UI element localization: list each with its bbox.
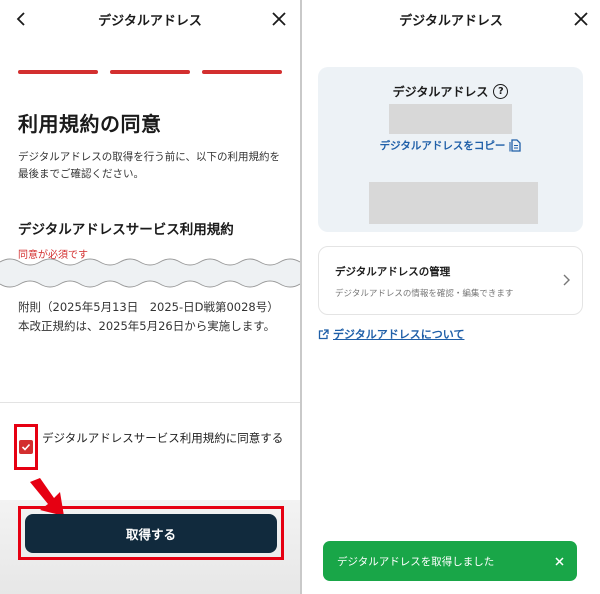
digital-address-screen: デジタルアドレス デジタルアドレス ? デジタルアドレスをコピー デジタルアドレ… [302,0,600,594]
header: デジタルアドレス [302,0,600,38]
card-title: デジタルアドレス [392,85,489,99]
terms-line: 本改正規約は、2025年5月26日から実施します。 [18,319,276,333]
progress-step [110,70,190,74]
qr-code-masked [369,182,538,224]
success-toast: デジタルアドレスを取得しました [323,541,577,581]
about-link[interactable]: デジタルアドレスについて [318,326,464,342]
chevron-right-icon [563,274,570,286]
step-progress [18,70,282,74]
close-button[interactable] [266,6,292,32]
terms-consent-screen: デジタルアドレス 利用規約の同意 デジタルアドレスの取得を行う前に、以下の利用規… [0,0,300,594]
progress-step [18,70,98,74]
close-button[interactable] [568,6,594,32]
external-link-icon [318,328,329,339]
manage-address-item[interactable]: デジタルアドレスの管理 デジタルアドレスの情報を確認・編集できます [318,246,583,315]
copy-link-label: デジタルアドレスをコピー [379,140,506,152]
help-icon[interactable]: ? [493,84,509,99]
close-icon [574,12,588,26]
about-link-label: デジタルアドレスについて [333,328,465,341]
toast-close-button[interactable] [551,553,567,569]
agree-checkbox[interactable] [14,424,38,470]
manage-title: デジタルアドレスの管理 [335,266,451,278]
toast-message: デジタルアドレスを取得しました [337,555,495,568]
address-card: デジタルアドレス ? デジタルアドレスをコピー [318,67,583,232]
page-title: 利用規約の同意 [18,112,162,136]
close-icon [272,12,286,26]
header-title: デジタルアドレス [98,14,202,29]
progress-step [202,70,282,74]
copy-icon [509,139,522,152]
copy-address-link[interactable]: デジタルアドレスをコピー [318,138,583,153]
agree-label[interactable]: デジタルアドレスサービス利用規約に同意する [42,428,288,448]
terms-excerpt: 附則（2025年5月13日 2025-日D戦第0028号） 本改正規約は、202… [18,298,286,336]
divider [0,402,300,403]
card-title-row: デジタルアドレス ? [318,83,583,100]
close-icon [554,556,564,566]
header: デジタルアドレス [0,0,300,38]
terms-line: 附則（2025年5月13日 2025-日D戦第0028号） [18,300,279,314]
checkmark-icon [21,443,31,451]
terms-title: デジタルアドレスサービス利用規約 [18,222,234,238]
checkbox-checked [19,440,33,454]
address-masked [389,104,512,134]
manage-subtitle: デジタルアドレスの情報を確認・編集できます [335,289,514,299]
page-description: デジタルアドレスの取得を行う前に、以下の利用規約を最後までご確認ください。 [18,151,280,180]
header-title: デジタルアドレス [399,14,503,29]
acquire-button[interactable]: 取得する [25,514,277,553]
torn-edge-separator [0,258,300,288]
